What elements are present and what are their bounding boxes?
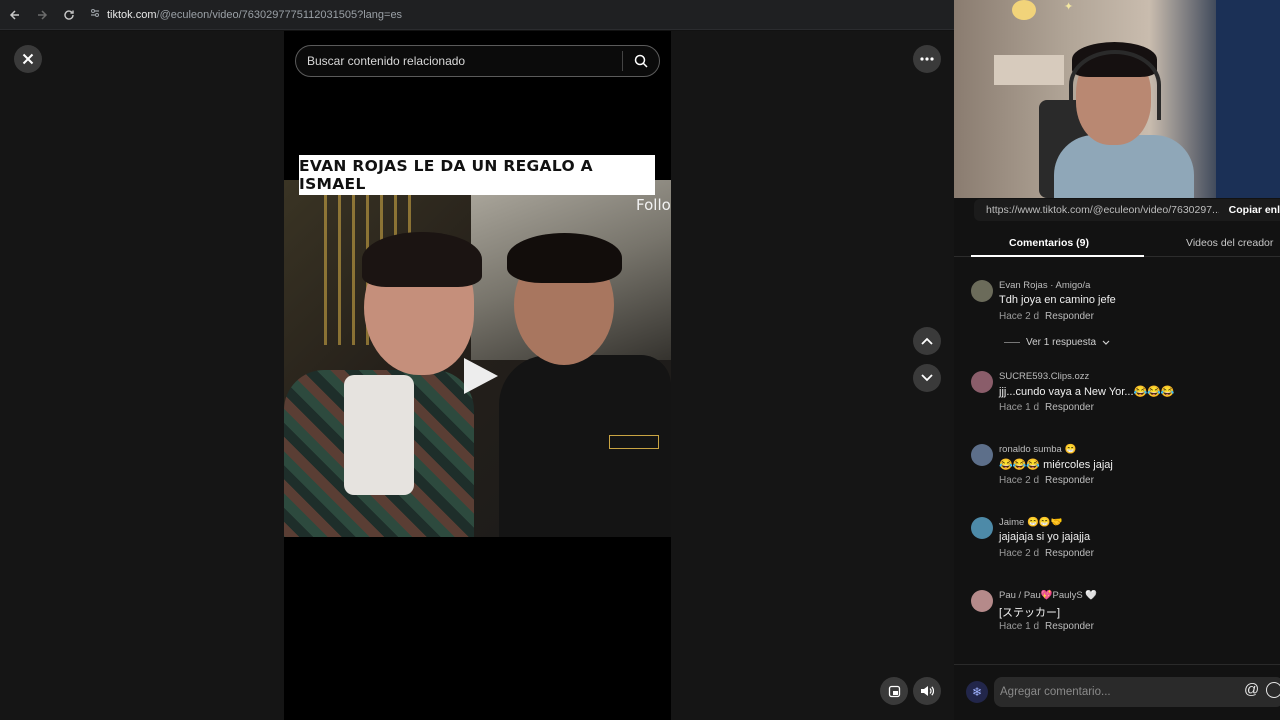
view-replies-label: Ver 1 respuesta (1026, 337, 1097, 348)
more-options-button[interactable] (913, 45, 941, 73)
avatar: ❄ (966, 681, 988, 703)
close-icon (22, 53, 34, 65)
comment-time: Hace 2 d (999, 311, 1040, 322)
next-video-button[interactable] (913, 364, 941, 392)
comment-text: jjj...cundo vaya a New Yor...😂😂😂 (999, 386, 1175, 398)
search-input[interactable]: Buscar contenido relacionado (296, 54, 622, 68)
comment-input-bar: ❄ Agregar comentario... @ (954, 664, 1280, 720)
webcam-overlay: ✦ (954, 0, 1280, 198)
forward-icon[interactable] (30, 3, 54, 27)
video-caption-title: EVAN ROJAS LE DA UN REGALO A ISMAEL (299, 157, 593, 193)
share-link-row: https://www.tiktok.com/@eculeon/video/76… (974, 199, 1280, 221)
chevron-up-icon (921, 337, 933, 345)
avatar[interactable] (971, 371, 993, 393)
address-bar[interactable]: tiktok.com/@eculeon/video/76302977751120… (89, 4, 402, 26)
comment-username[interactable]: Jaime 😁😁🤝 (999, 517, 1062, 528)
comment-username[interactable]: SUCRE593.Clips.ozz (999, 371, 1089, 382)
url-path: /@eculeon/video/7630297775112031505?lang… (156, 8, 403, 21)
reply-button[interactable]: Responder (1045, 402, 1094, 413)
close-button[interactable] (14, 45, 42, 73)
avatar[interactable] (971, 444, 993, 466)
chevron-down-icon (921, 374, 933, 382)
reply-button[interactable]: Responder (1045, 621, 1094, 632)
share-url: https://www.tiktok.com/@eculeon/video/76… (986, 204, 1219, 216)
reply-button[interactable]: Responder (1045, 548, 1094, 559)
previous-video-button[interactable] (913, 327, 941, 355)
reply-button[interactable]: Responder (1045, 475, 1094, 486)
view-replies-button[interactable]: Ver 1 respuesta (1004, 337, 1110, 348)
volume-button[interactable] (913, 677, 941, 705)
copy-link-button[interactable]: Copiar enl (1229, 204, 1280, 216)
mini-player-icon (888, 685, 900, 697)
at-icon[interactable]: @ (1244, 681, 1259, 698)
right-panel: ✦ https://www.tiktok.com/@eculeon/video/… (954, 0, 1280, 720)
browser-toolbar: tiktok.com/@eculeon/video/76302977751120… (0, 0, 954, 30)
play-icon[interactable] (460, 356, 500, 396)
video-person-left (284, 232, 482, 537)
reply-button[interactable]: Responder (1045, 311, 1094, 322)
comment-username[interactable]: ronaldo sumba 😁 (999, 444, 1076, 455)
video-overlay-text: Follo (636, 196, 671, 214)
avatar[interactable] (971, 280, 993, 302)
avatar[interactable] (971, 590, 993, 612)
search-icon[interactable] (623, 54, 659, 68)
back-icon[interactable] (3, 3, 27, 27)
comment-text: Tdh joya en camino jefe (999, 294, 1116, 306)
comment-username[interactable]: Pau / Pau💖PaulyS 🤍 (999, 590, 1097, 601)
related-search-bar[interactable]: Buscar contenido relacionado (295, 45, 660, 77)
comment-time: Hace 1 d (999, 621, 1040, 632)
tab-comments[interactable]: Comentarios (9) (954, 230, 1144, 257)
more-icon (920, 57, 934, 61)
reload-icon[interactable] (57, 3, 81, 27)
comment-time: Hace 2 d (999, 548, 1040, 559)
url-host: tiktok.com (107, 8, 157, 21)
panel-tabs: Comentarios (9) Videos del creador (954, 230, 1280, 257)
tab-creator-videos[interactable]: Videos del creador (1144, 230, 1280, 256)
comment-time: Hace 1 d (999, 402, 1040, 413)
chevron-down-icon (1102, 340, 1110, 345)
site-settings-icon[interactable] (89, 7, 101, 22)
comment-username[interactable]: Evan Rojas · Amigo/a (999, 280, 1090, 291)
volume-icon (921, 686, 934, 696)
mini-player-button[interactable] (880, 677, 908, 705)
comments-list: Evan Rojas · Amigo/a Tdh joya en camino … (954, 270, 1280, 664)
comment-time: Hace 2 d (999, 475, 1040, 486)
comment-input[interactable]: Agregar comentario... (994, 677, 1280, 707)
comment-text: jajajaja si yo jajajja (999, 531, 1091, 543)
emoji-icon[interactable] (1266, 682, 1280, 698)
video-title-card: EVAN ROJAS LE DA UN REGALO A ISMAEL (299, 155, 655, 195)
screen: tiktok.com/@eculeon/video/76302977751120… (0, 0, 1280, 720)
comment-text: [ステッカー] (999, 607, 1061, 619)
avatar[interactable] (971, 517, 993, 539)
comment-text: 😂😂😂 miércoles jajaj (999, 459, 1113, 471)
